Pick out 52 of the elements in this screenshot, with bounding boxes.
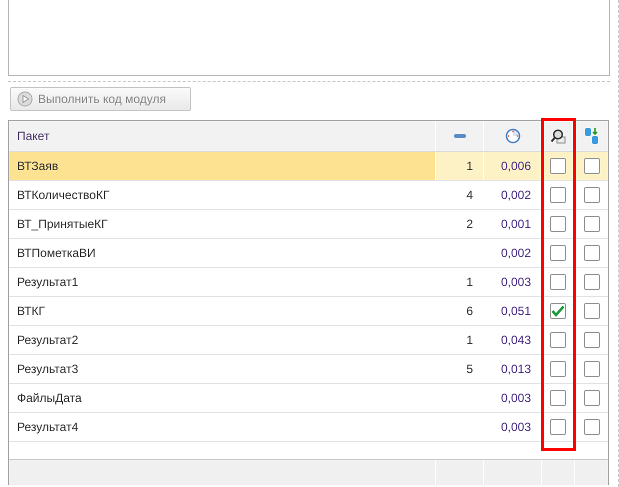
checkbox[interactable] [550,361,566,377]
checkbox[interactable] [584,303,600,319]
table-cell: 5 [466,362,473,376]
table-cell: 1 [466,159,473,173]
checkbox[interactable] [550,303,566,319]
table-cell: 0,006 [484,152,542,180]
table-cell-text: ВТ_ПринятыеКГ [16,216,109,233]
table-cell-text: 0,003 [500,390,532,407]
clock-icon [504,128,520,144]
table-cell: ВТЗаяв [9,152,436,180]
checkbox[interactable] [550,419,566,435]
table-cell-text: 0,002 [500,187,532,204]
checkbox[interactable] [550,332,566,348]
table-cell-text: 0,013 [500,361,532,378]
table-cell-text: ВТПометкаВИ [16,245,97,262]
checkbox[interactable] [584,216,600,232]
checkbox[interactable] [584,158,600,174]
table-cell-text: 0,002 [500,245,532,262]
table-cell-text: Результат2 [16,332,80,349]
minus-icon [452,132,466,140]
checkbox[interactable] [550,187,566,203]
table-cell-text: 0,043 [500,332,532,349]
table-cell: 1 [466,333,473,347]
checkbox[interactable] [550,274,566,290]
database-arrow-icon [584,127,600,145]
checkbox[interactable] [584,332,600,348]
table-cell-text: ВТКоличествоКГ [16,187,110,204]
checkbox[interactable] [550,216,566,232]
checkbox[interactable] [584,245,600,261]
checkbox[interactable] [550,245,566,261]
table-cell-text: Результат1 [16,274,80,291]
table-cell-text: 0,003 [500,419,532,436]
table-cell-text: Результат4 [16,419,80,436]
table-cell-text: 0,003 [500,274,532,291]
checkbox[interactable] [584,419,600,435]
table-cell-text: ФайлыДата [16,390,83,407]
table-cell: 2 [466,217,473,231]
table-cell: 6 [466,304,473,318]
table-cell-text: 0,001 [500,216,532,233]
checkbox[interactable] [584,390,600,406]
magnifier-icon [550,128,566,144]
play-icon [17,91,33,107]
checkbox[interactable] [584,361,600,377]
checkbox[interactable] [550,158,566,174]
table-cell: 4 [466,188,473,202]
checkbox[interactable] [584,274,600,290]
table-cell: 1 [466,275,473,289]
checkbox[interactable] [584,187,600,203]
table-cell-text: Результат3 [16,361,80,378]
table-cell-text: ВТКГ [16,303,46,320]
checkbox[interactable] [550,390,566,406]
table-cell-text: 0,051 [500,303,532,320]
